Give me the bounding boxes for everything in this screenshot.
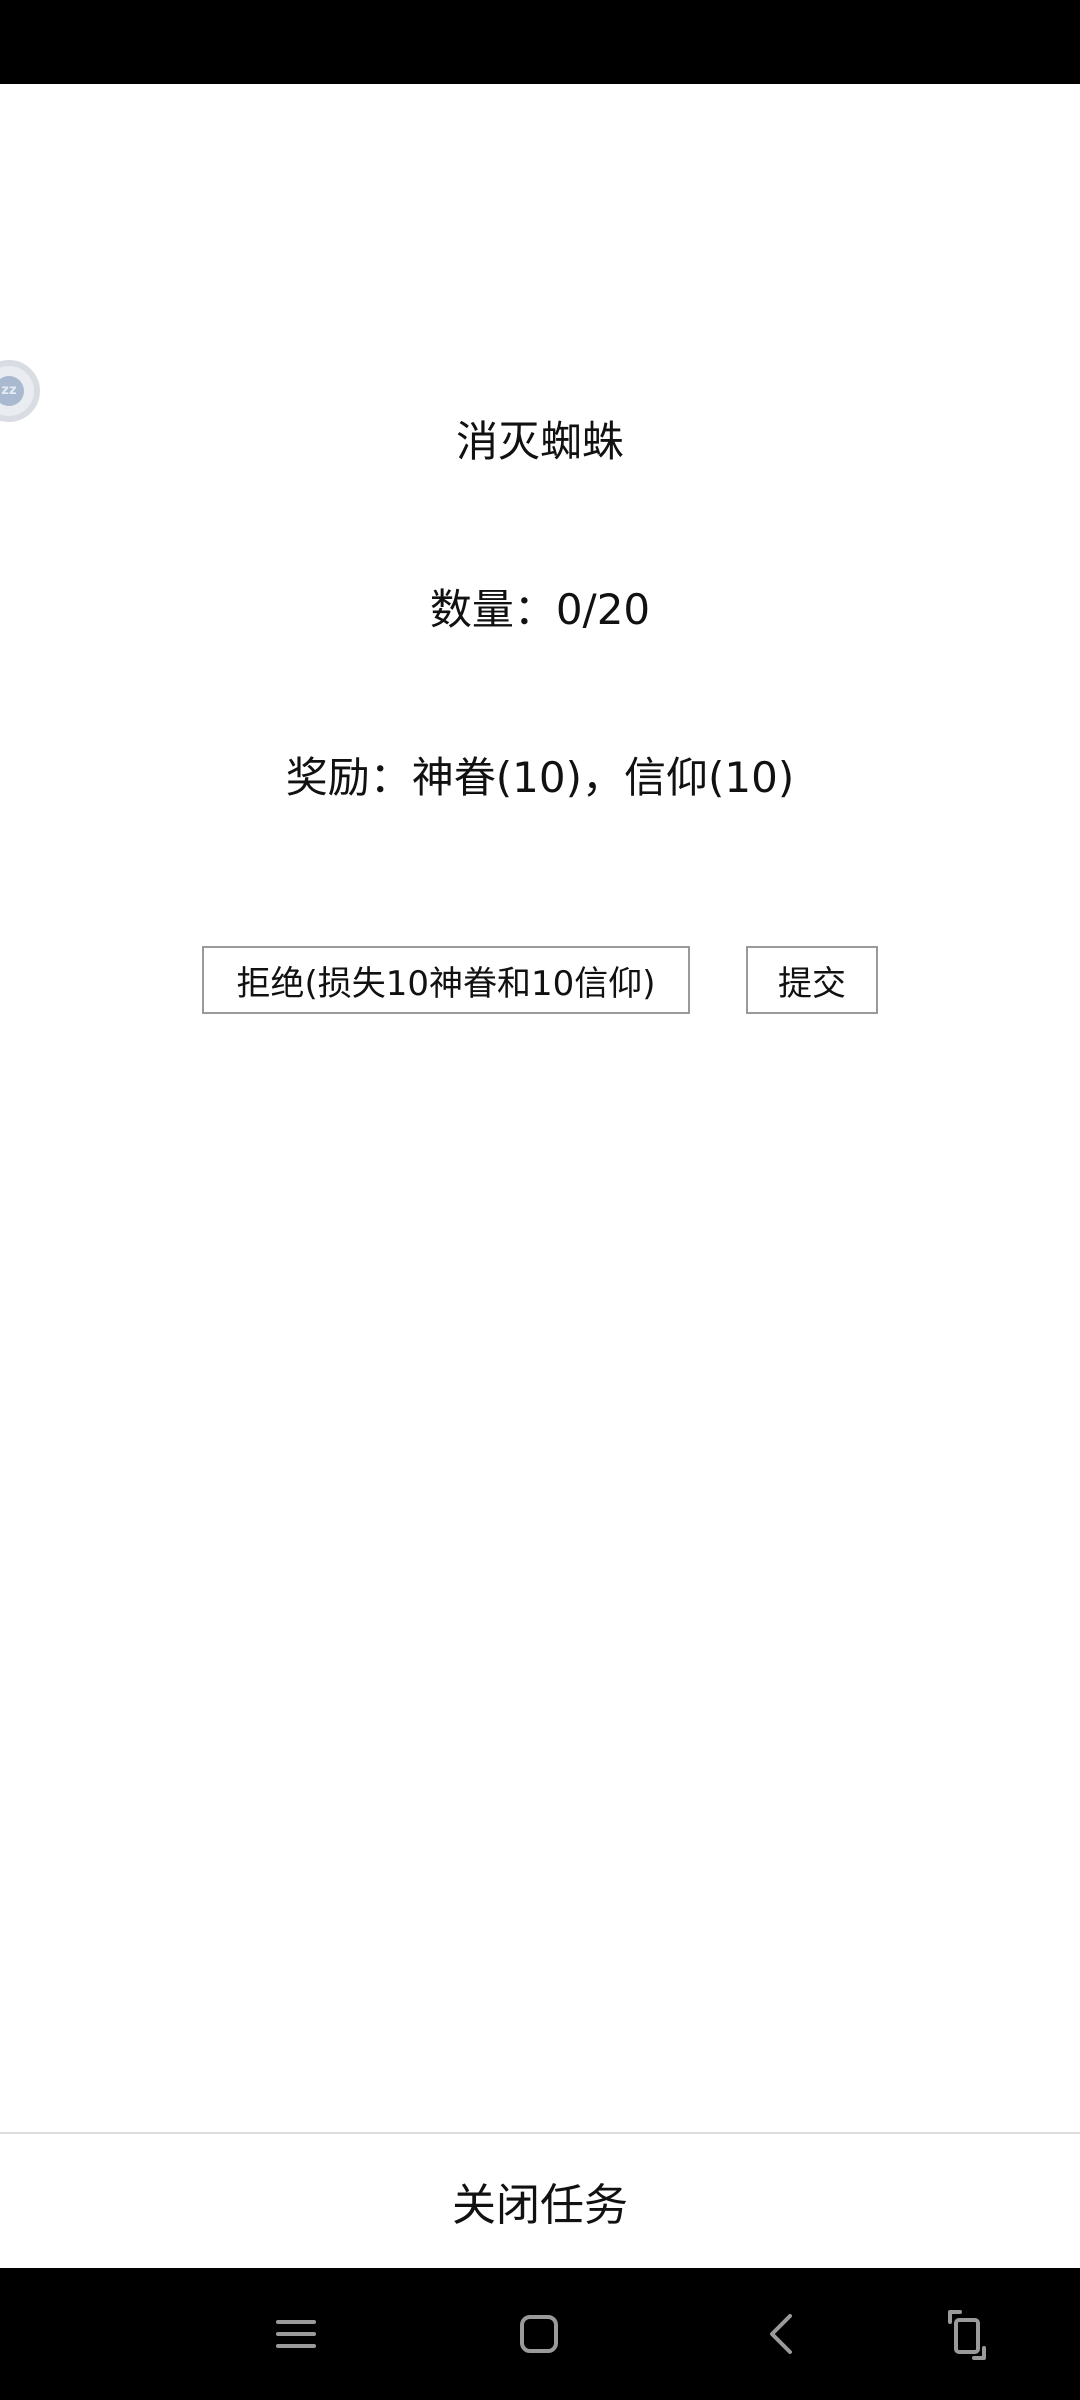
menu-icon[interactable] <box>260 2298 332 2370</box>
navigation-bar <box>0 2268 1080 2400</box>
back-icon[interactable] <box>746 2298 818 2370</box>
quest-count: 数量：0/20 <box>429 585 651 634</box>
reject-button[interactable]: 拒绝(损失10神眷和10信仰) <box>202 946 690 1014</box>
rotate-icon[interactable] <box>930 2298 1002 2370</box>
submit-button[interactable]: 提交 <box>746 946 878 1014</box>
quest-reward: 奖励：神眷(10)，信仰(10) <box>285 753 795 802</box>
home-icon[interactable] <box>503 2298 575 2370</box>
floating-ball-label: zz <box>0 376 24 406</box>
quest-title: 消灭蜘蛛 <box>455 417 624 466</box>
status-bar <box>0 0 1080 84</box>
close-task-button[interactable]: 关闭任务 <box>0 2134 1080 2268</box>
